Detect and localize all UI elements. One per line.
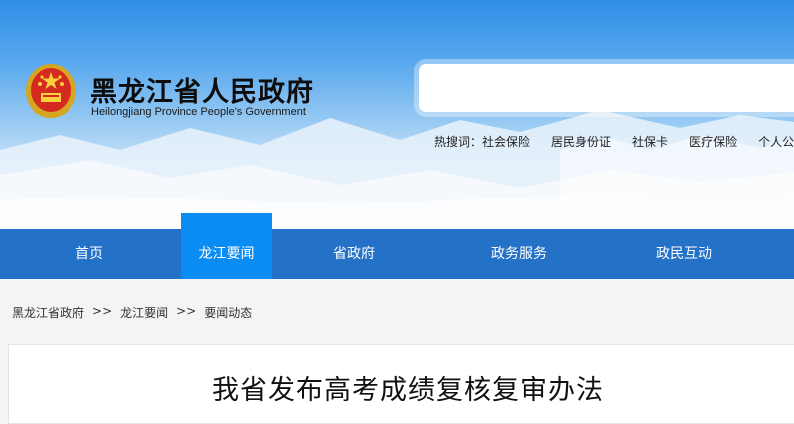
- breadcrumb-separator: >>: [92, 304, 113, 318]
- nav-item-provincial-gov[interactable]: 省政府: [303, 229, 405, 279]
- site-title[interactable]: 黑龙江省人民政府: [90, 70, 314, 109]
- breadcrumb: 黑龙江省政府 >> 龙江要闻 >> 要闻动态: [12, 304, 252, 321]
- breadcrumb-link-updates[interactable]: 要闻动态: [204, 304, 252, 321]
- hot-search-item[interactable]: 医疗保险: [689, 133, 737, 150]
- main-nav: 首页 龙江要闻 省政府 政务服务 政民互动: [0, 213, 794, 279]
- hot-search-item[interactable]: 社会保险: [482, 133, 530, 150]
- hot-search-label: 热搜词：: [434, 135, 483, 149]
- search-input[interactable]: [419, 64, 794, 112]
- breadcrumb-link-news[interactable]: 龙江要闻: [120, 304, 168, 321]
- nav-item-home[interactable]: 首页: [38, 229, 140, 279]
- breadcrumb-link-gov[interactable]: 黑龙江省政府: [12, 304, 84, 321]
- header-banner: 黑龙江省人民政府 Heilongjiang Province People's …: [0, 0, 794, 229]
- national-emblem-icon: [26, 64, 76, 118]
- article-title: 我省发布高考成绩复核复审办法: [212, 375, 604, 406]
- hot-search-item[interactable]: 居民身份证: [551, 133, 611, 150]
- breadcrumb-separator: >>: [176, 304, 197, 318]
- hot-search-bar: 热搜词： 社会保险 居民身份证 社保卡 医疗保险 个人公: [434, 133, 794, 150]
- nav-item-longjiang-news[interactable]: 龙江要闻: [181, 213, 272, 279]
- nav-item-interaction[interactable]: 政民互动: [633, 229, 735, 279]
- site-subtitle: Heilongjiang Province People's Governmen…: [91, 106, 306, 118]
- hot-search-item[interactable]: 个人公: [758, 133, 794, 150]
- nav-item-gov-services[interactable]: 政务服务: [468, 229, 570, 279]
- hot-search-item[interactable]: 社保卡: [632, 133, 668, 150]
